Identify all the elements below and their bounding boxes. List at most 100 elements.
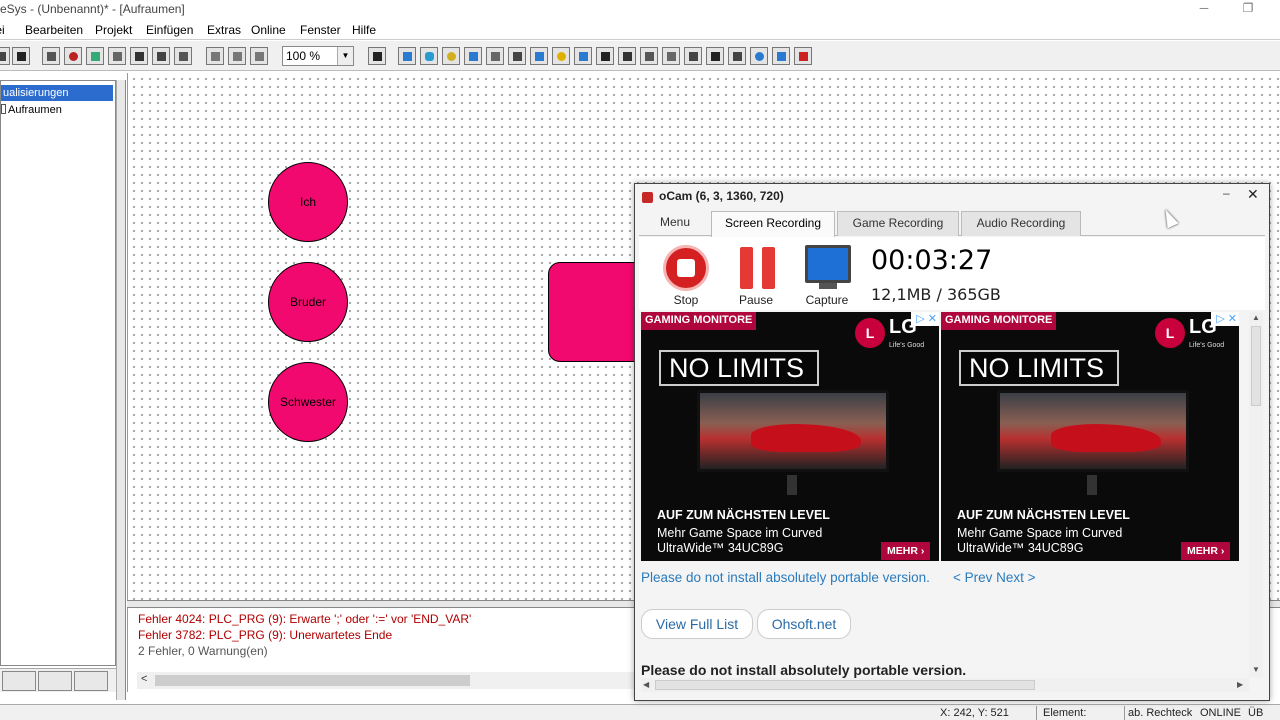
tool-icon-1[interactable] <box>42 47 60 65</box>
open-icon[interactable] <box>0 47 10 65</box>
www-tool-icon[interactable] <box>618 47 636 65</box>
error-message[interactable]: Fehler 3782: PLC_PRG (9): Unerwartetes E… <box>138 628 392 642</box>
copy-icon[interactable] <box>228 47 246 65</box>
slider-tool-icon[interactable] <box>772 47 790 65</box>
tab-data-types[interactable] <box>38 671 72 691</box>
table-tool-icon[interactable] <box>640 47 658 65</box>
ocam-logo-icon <box>642 192 653 203</box>
tree-item-visualisierungen[interactable]: ualisierungen <box>1 85 113 101</box>
error-message[interactable]: Fehler 4024: PLC_PRG (9): Erwarte ';' od… <box>138 612 471 626</box>
ad-choices-icon[interactable]: ▷ ✕ <box>1211 312 1239 326</box>
ocam-vertical-scrollbar[interactable]: ▲ ▼ <box>1249 312 1263 677</box>
lg-ad-banner[interactable]: GAMING MONITORE L LG Life's Good ▷ ✕ NO … <box>941 312 1239 561</box>
zoom-select[interactable]: 100 % ▼ <box>282 46 354 66</box>
curve-tool-icon[interactable] <box>508 47 526 65</box>
ocam-horizontal-scrollbar[interactable]: ◀ ▶ <box>641 678 1249 692</box>
ocam-title-bar[interactable]: oCam (6, 3, 1360, 720) – ✕ <box>635 184 1269 210</box>
tool-icon-3[interactable] <box>86 47 104 65</box>
tool-icon-4[interactable] <box>108 47 126 65</box>
alarm-tool-icon[interactable] <box>794 47 812 65</box>
ad-text-2: UltraWide™ 34UC89G <box>657 541 784 555</box>
menu-datei[interactable]: tei <box>0 23 5 37</box>
prev-next-nav[interactable]: < Prev Next > <box>953 570 1036 585</box>
visualization-tool-icon[interactable] <box>574 47 592 65</box>
ocam-minimize-button[interactable]: – <box>1223 186 1230 200</box>
ad-text-2: UltraWide™ 34UC89G <box>957 541 1084 555</box>
tool-icon-7[interactable] <box>174 47 192 65</box>
meter-tool-icon[interactable] <box>750 47 768 65</box>
ad-choices-icon[interactable]: ▷ ✕ <box>911 312 939 326</box>
element-label: Element: <box>1043 707 1087 719</box>
lg-ad-banner[interactable]: GAMING MONITORE L LG Life's Good ▷ ✕ NO … <box>641 312 939 561</box>
lg-logo-icon: L <box>1155 318 1185 348</box>
paste-icon[interactable] <box>250 47 268 65</box>
ohsoft-link-button[interactable]: Ohsoft.net <box>757 609 851 639</box>
ocam-close-button[interactable]: ✕ <box>1247 186 1259 203</box>
button-tool-icon[interactable] <box>596 47 614 65</box>
menu-bearbeiten[interactable]: Bearbeiten <box>25 23 83 37</box>
tree-item-aufraumen[interactable]: Aufraumen <box>1 104 62 116</box>
ellipse-schwester[interactable]: Schwester <box>268 362 348 442</box>
grid-tool-icon[interactable] <box>662 47 680 65</box>
polyline-tool-icon[interactable] <box>486 47 504 65</box>
scroll-left-icon[interactable]: ◀ <box>643 680 649 689</box>
restore-button[interactable]: ❐ <box>1228 0 1268 18</box>
bitmap-tool-icon[interactable] <box>552 47 570 65</box>
ad-mehr-button[interactable]: MEHR › <box>1181 542 1231 560</box>
ellipse-ich[interactable]: Ich <box>268 162 348 242</box>
stop-icon <box>663 245 709 291</box>
recording-controls: Stop Pause Capture 00:03:27 12,1MB / 365… <box>639 237 1265 310</box>
overwrite-status: ÜB <box>1248 707 1264 719</box>
menu-hilfe[interactable]: Hilfe <box>352 23 376 37</box>
tab-game-recording[interactable]: Game Recording <box>837 211 959 236</box>
bar-display-icon[interactable] <box>728 47 746 65</box>
scroll-thumb[interactable] <box>655 680 1035 690</box>
lg-logo-icon: L <box>855 318 885 348</box>
rectangle-tool-icon[interactable] <box>398 47 416 65</box>
scroll-thumb[interactable] <box>1251 326 1261 406</box>
ellipse-bruder[interactable]: Bruder <box>268 262 348 342</box>
menu-einfuegen[interactable]: Einfügen <box>146 23 193 37</box>
menu-fenster[interactable]: Fenster <box>300 23 341 37</box>
status-bar: X: 242, Y: 521 Element: ab. Rechteck ONL… <box>0 704 1280 720</box>
scroll-down-icon[interactable]: ▼ <box>1252 665 1260 674</box>
ellipse-tool-icon[interactable] <box>442 47 460 65</box>
ad-subhead: AUF ZUM NÄCHSTEN LEVEL <box>657 508 830 522</box>
object-tree-panel: ualisierungen Aufraumen <box>0 80 116 666</box>
scroll-thumb[interactable] <box>155 675 470 686</box>
ad-text-1: Mehr Game Space im Curved <box>657 526 823 540</box>
zoom-value: 100 % <box>286 49 321 63</box>
portable-version-link[interactable]: Please do not install absolutely portabl… <box>641 570 930 585</box>
stop-tool-icon[interactable] <box>64 47 82 65</box>
pause-icon <box>740 247 776 289</box>
tab-screen-recording[interactable]: Screen Recording <box>711 211 835 237</box>
pie-tool-icon[interactable] <box>530 47 548 65</box>
chevron-down-icon[interactable]: ▼ <box>337 47 353 65</box>
recording-size: 12,1MB / 365GB <box>871 285 1001 304</box>
cut-icon[interactable] <box>206 47 224 65</box>
text-tool-icon[interactable] <box>706 47 724 65</box>
scroll-left-icon[interactable]: < <box>141 673 147 685</box>
scroll-up-icon[interactable]: ▲ <box>1252 313 1260 322</box>
polygon-tool-icon[interactable] <box>464 47 482 65</box>
ocam-title: oCam (6, 3, 1360, 720) <box>659 189 784 203</box>
tab-pous[interactable] <box>2 671 36 691</box>
message-scrollbar[interactable]: < <box>137 672 635 689</box>
select-pointer-icon[interactable] <box>368 47 386 65</box>
tab-visualizations[interactable] <box>74 671 108 691</box>
splitter-vertical[interactable] <box>116 80 126 700</box>
menu-projekt[interactable]: Projekt <box>95 23 132 37</box>
menu-online[interactable]: Online <box>251 23 286 37</box>
menu-extras[interactable]: Extras <box>207 23 241 37</box>
tool-icon-5[interactable] <box>130 47 148 65</box>
tool-icon-6[interactable] <box>152 47 170 65</box>
minimize-button[interactable]: ─ <box>1184 0 1224 18</box>
tab-menu[interactable]: Menu <box>641 211 709 236</box>
view-full-list-button[interactable]: View Full List <box>641 609 753 639</box>
list-tool-icon[interactable] <box>684 47 702 65</box>
save-icon[interactable] <box>12 47 30 65</box>
rounded-rect-tool-icon[interactable] <box>420 47 438 65</box>
scroll-right-icon[interactable]: ▶ <box>1237 680 1243 689</box>
tab-audio-recording[interactable]: Audio Recording <box>961 211 1081 236</box>
ad-mehr-button[interactable]: MEHR › <box>881 542 931 560</box>
